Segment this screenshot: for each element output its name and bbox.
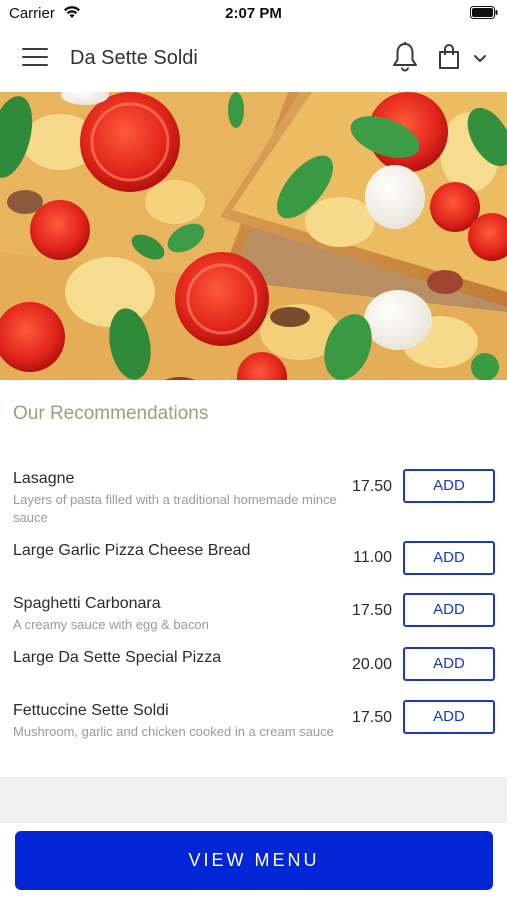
item-name: Large Garlic Pizza Cheese Bread xyxy=(13,542,251,559)
view-menu-button[interactable]: VIEW MENU xyxy=(15,831,493,890)
item-description: A creamy sauce with egg & bacon xyxy=(13,617,209,632)
restaurant-title: Da Sette Soldi xyxy=(70,47,198,69)
add-button[interactable]: ADD xyxy=(403,541,495,575)
item-name: Spaghetti Carbonara xyxy=(13,595,161,612)
item-name: Fettuccine Sette Soldi xyxy=(13,702,169,719)
item-name: Lasagne xyxy=(13,470,75,487)
item-description: Mushroom, garlic and chicken cooked in a… xyxy=(13,724,334,739)
battery-icon xyxy=(470,6,498,24)
item-price: 11.00 xyxy=(353,549,392,566)
item-price: 17.50 xyxy=(351,709,392,726)
section-title: Our Recommendations xyxy=(13,403,209,424)
add-button[interactable]: ADD xyxy=(403,469,495,503)
add-button[interactable]: ADD xyxy=(403,647,495,681)
add-button[interactable]: ADD xyxy=(403,700,495,734)
bell-icon[interactable] xyxy=(391,41,419,73)
item-name: Large Da Sette Special Pizza xyxy=(13,649,222,666)
app-header: Da Sette Soldi xyxy=(0,26,507,92)
item-description: Layers of pasta filled with a traditiona… xyxy=(13,492,337,525)
divider-band xyxy=(0,777,507,823)
add-button[interactable]: ADD xyxy=(403,593,495,627)
item-price: 17.50 xyxy=(351,602,392,619)
item-price: 20.00 xyxy=(351,656,392,673)
item-price: 17.50 xyxy=(351,478,392,495)
chevron-down-icon[interactable] xyxy=(472,52,488,64)
clock-time: 2:07 PM xyxy=(225,5,282,22)
shopping-bag-icon[interactable] xyxy=(437,43,461,71)
pizza-hero-image xyxy=(0,92,507,380)
status-bar: Carrier 2:07 PM xyxy=(0,0,507,26)
hamburger-menu-icon[interactable] xyxy=(22,48,48,68)
